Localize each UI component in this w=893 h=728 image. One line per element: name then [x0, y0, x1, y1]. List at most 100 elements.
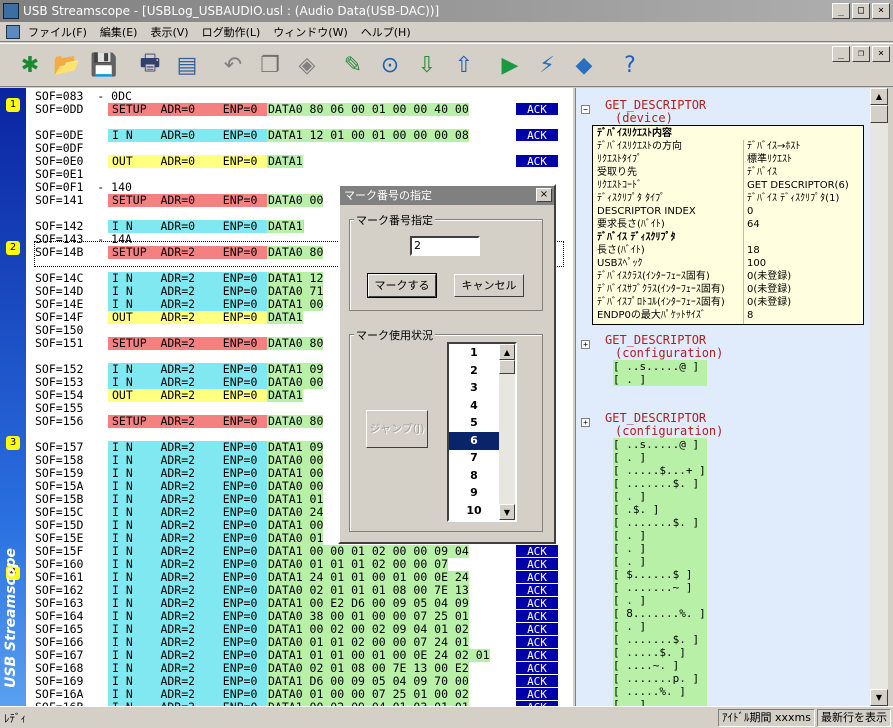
menu-view[interactable]: 表示(V): [146, 24, 197, 40]
popup-key: 受取り先: [597, 167, 637, 178]
search-up-icon[interactable]: ⇧: [448, 49, 480, 81]
popup-row: ﾃﾞﾊﾞｲｽﾘｸｴｽﾄの方向 ﾃﾞﾊﾞｲｽ→ﾎｽﾄ: [593, 140, 863, 153]
menu-edit[interactable]: 編集(E): [96, 24, 147, 40]
tree-node-get-descriptor-device[interactable]: GET_DESCRIPTOR: [605, 98, 706, 112]
mark-sidebar: 1 2 3 4 USB Streamscope: [0, 88, 26, 706]
mark-usage-group-label: マーク使用状況: [354, 327, 435, 343]
tree-toggle-2[interactable]: +: [581, 340, 590, 349]
paste-icon[interactable]: ◈: [291, 49, 323, 81]
brand-logo: USB Streamscope: [3, 548, 19, 688]
open-folder-icon[interactable]: 📂: [51, 49, 83, 81]
mark-list-item[interactable]: 5: [449, 414, 499, 432]
mark-number-input[interactable]: 2: [410, 236, 480, 256]
data-cell: DATA1: [267, 154, 303, 168]
mark-list-scroll-down[interactable]: ▼: [499, 504, 515, 520]
popup-row: ﾃﾞﾊﾞｲｽﾌﾟﾛﾄｺﾙ(ｲﾝﾀｰﾌｪｰｽ固有) 0(未登録): [593, 296, 863, 309]
descriptor-detail-popup: ﾃﾞﾊﾞｲｽﾘｸｴｽﾄ内容 ﾃﾞﾊﾞｲｽﾘｸｴｽﾄの方向 ﾃﾞﾊﾞｲｽ→ﾎｽﾄ ﾘｸｴ…: [592, 125, 864, 325]
mark-number-group-label: マーク番号指定: [354, 212, 435, 228]
scroll-up-button[interactable]: ▲: [870, 88, 888, 105]
popup-value: GET DESCRIPTOR(6): [747, 180, 849, 191]
scroll-thumb[interactable]: [870, 105, 888, 123]
search-down-icon[interactable]: ⇩: [411, 49, 443, 81]
sof-cell: SOF=0DD: [35, 102, 84, 116]
popup-row: 長さ(ﾊﾞｲﾄ) 18: [593, 244, 863, 257]
data-cell: DATA0 00: [267, 193, 324, 207]
sof-cell: SOF=151: [35, 336, 84, 350]
print-preview-icon[interactable]: ▤: [171, 49, 203, 81]
mark-list-item[interactable]: 2: [449, 362, 499, 380]
hex-dump-2: [ ..s.....@ ] [ . ] [ .....$...+ ] [ ...…: [613, 438, 707, 706]
document-icon[interactable]: [6, 24, 20, 39]
popup-value: 0: [747, 206, 754, 217]
popup-row: ﾘｸｴｽﾄｺｰﾄﾞ GET DESCRIPTOR(6): [593, 179, 863, 192]
jump-button[interactable]: ジャンプ(J): [366, 410, 428, 448]
mark-button[interactable]: マークする: [367, 273, 437, 298]
mark-1-badge[interactable]: 1: [6, 98, 20, 112]
maximize-button[interactable]: □: [852, 3, 870, 19]
mark-2-badge[interactable]: 2: [6, 241, 20, 255]
hex-dump-1: [ ..s.....@ ] [ . ]: [613, 360, 707, 386]
mark-list-item[interactable]: 8: [449, 467, 499, 485]
mark-list-item[interactable]: 4: [449, 397, 499, 415]
tree-toggle-1[interactable]: −: [581, 105, 590, 114]
menu-help[interactable]: ヘルプ(H): [357, 24, 420, 40]
popup-value: 標準ﾘｸｴｽﾄ: [747, 154, 792, 165]
start-capture-icon[interactable]: ▶: [494, 49, 526, 81]
usb-device-icon[interactable]: ◆: [568, 49, 600, 81]
ack-badge: ACK: [516, 584, 558, 597]
mark-list-item[interactable]: 1: [449, 344, 499, 362]
mark-list-item[interactable]: 9: [449, 484, 499, 502]
mark-number-dialog: マーク番号の指定 × マーク番号指定 2 マークする キャンセル マーク使用状況…: [338, 184, 556, 544]
data-cell: DATA1: [267, 219, 303, 233]
popup-row: 受取り先 ﾃﾞﾊﾞｲｽ: [593, 166, 863, 179]
mark-list-item[interactable]: 10: [449, 502, 499, 520]
mark-list-scroll-up[interactable]: ▲: [499, 344, 515, 360]
popup-value: 18: [747, 245, 760, 256]
popup-row: ﾃﾞﾊﾞｲｽﾘｸｴｽﾄ内容: [593, 127, 863, 140]
copy-icon[interactable]: ❐: [254, 49, 286, 81]
minimize-button[interactable]: _: [832, 3, 850, 19]
show-latest-panel[interactable]: 最新行を表示: [817, 708, 891, 727]
mark-3-badge[interactable]: 3: [6, 436, 20, 450]
help-icon[interactable]: ?: [614, 49, 646, 81]
popup-row: ﾃﾞｨｽｸﾘﾌﾟﾀ ﾀｲﾌﾟ ﾃﾞﾊﾞｲｽ ﾃﾞｨｽｸﾘﾌﾟﾀ(1): [593, 192, 863, 205]
tree-node-get-descriptor-config-1[interactable]: GET_DESCRIPTOR: [605, 333, 706, 347]
close-button[interactable]: ×: [872, 3, 890, 19]
mark-list-thumb[interactable]: [499, 360, 515, 374]
new-icon[interactable]: ✱: [14, 49, 46, 81]
popup-key: ﾘｸｴｽﾄﾀｲﾌﾟ: [597, 154, 642, 165]
vertical-scrollbar[interactable]: ▲ ▼: [870, 88, 888, 706]
undo-icon[interactable]: ↶: [217, 49, 249, 81]
mark-list-scrollbar[interactable]: ▲ ▼: [499, 344, 515, 520]
dialog-title: マーク番号の指定: [340, 186, 554, 205]
popup-value: 0(未登録): [747, 284, 792, 295]
popup-value: 8: [747, 310, 754, 321]
tree-node-get-descriptor-config-2[interactable]: GET_DESCRIPTOR: [605, 411, 706, 425]
mark-edit-icon[interactable]: ✎: [337, 49, 369, 81]
menu-log[interactable]: ログ動作(L): [198, 24, 270, 40]
app-icon: [3, 3, 19, 19]
usb-connect-icon[interactable]: ⚡: [531, 49, 563, 81]
toolbar: ✱ 📂 💾 🖶 ▤ ↶ ❐ ◈ ✎ ⊙ ⇩ ⇧ ▶ ⚡ ◆ ?: [0, 43, 893, 87]
tree-node-sub-config-2: (configuration): [615, 424, 724, 438]
status-text: ﾚﾃﾞｨ: [4, 711, 26, 725]
menu-window[interactable]: ウィンドウ(W): [269, 24, 356, 40]
popup-value: 0(未登録): [747, 271, 792, 282]
popup-key: ENDP0の最大ﾊﾟｹｯﾄｻｲｽﾞ: [597, 310, 706, 321]
search-icon[interactable]: ⊙: [374, 49, 406, 81]
menu-file[interactable]: ファイル(F): [24, 24, 96, 40]
scroll-down-button[interactable]: ▼: [870, 689, 888, 706]
print-icon[interactable]: 🖶: [134, 49, 166, 81]
popup-value: 0(未登録): [747, 297, 792, 308]
mark-list-item[interactable]: 6: [449, 431, 499, 450]
mark-list-item[interactable]: 3: [449, 379, 499, 397]
tree-toggle-3[interactable]: +: [581, 418, 590, 427]
dialog-close-button[interactable]: ×: [536, 188, 552, 202]
mark-list[interactable]: 10 9 8 7 6 5 4 3 2 1 ▲ ▼: [447, 342, 517, 522]
cancel-button[interactable]: キャンセル: [454, 274, 524, 297]
ack-badge: ACK: [516, 129, 558, 142]
ack-badge: ACK: [516, 545, 558, 558]
mark-list-item[interactable]: 7: [449, 449, 499, 467]
save-icon[interactable]: 💾: [88, 49, 120, 81]
popup-row: ﾃﾞﾊﾞｲｽｸﾗｽ(ｲﾝﾀｰﾌｪｰｽ固有) 0(未登録): [593, 270, 863, 283]
